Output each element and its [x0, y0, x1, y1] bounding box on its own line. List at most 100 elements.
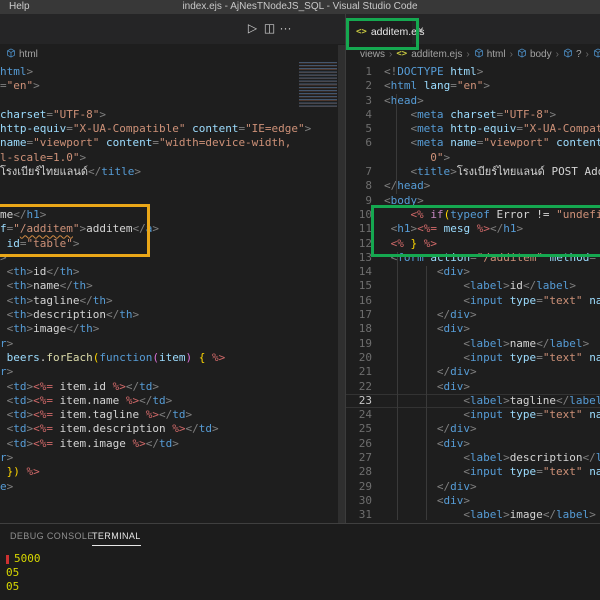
breadcrumb-item--[interactable]: ? — [576, 49, 582, 60]
line-number: 2 — [346, 79, 372, 93]
split-editor-button[interactable]: ◫ — [262, 21, 277, 35]
code-line[interactable]: 2<html lang="en"> — [346, 79, 600, 93]
code-line[interactable]: <td><%= item.image %></td> — [0, 437, 338, 451]
code-line[interactable]: <td><%= item.tagline %></td> — [0, 408, 338, 422]
code-line[interactable]: 24<input type="text" name — [346, 408, 600, 422]
indent-guide — [426, 266, 427, 520]
tab-bar: ▷ ◫ ··· — [0, 14, 600, 44]
code-line[interactable]: 18<div> — [346, 322, 600, 336]
code-line[interactable]: html> — [0, 65, 338, 79]
line-number: 23 — [346, 394, 372, 408]
code-line[interactable]: 17</div> — [346, 308, 600, 322]
indent-guide — [396, 94, 397, 194]
code-line[interactable]: 23<label>tagline</label> — [346, 394, 600, 408]
code-line[interactable]: <th>id</th> — [0, 265, 338, 279]
line-number: 3 — [346, 94, 372, 108]
code-line[interactable]: r> — [0, 365, 338, 379]
line-number — [346, 151, 372, 165]
terminal-red-mark — [6, 555, 9, 564]
code-line[interactable]: 25</div> — [346, 422, 600, 436]
code-line[interactable]: 0"> — [346, 151, 600, 165]
line-number: 12 — [346, 237, 372, 251]
code-line[interactable]: 1<!DOCTYPE html> — [346, 65, 600, 79]
code-line[interactable]: 3<head> — [346, 94, 600, 108]
breadcrumb-item-views[interactable]: views — [360, 49, 385, 60]
code-line[interactable]: 28<input type="text" name — [346, 465, 600, 479]
line-number: 24 — [346, 408, 372, 422]
code-line[interactable]: ="en"> — [0, 79, 338, 93]
code-line[interactable]: beers.forEach(function(item) { %> — [0, 351, 338, 365]
code-line[interactable]: 15<label>id</label> — [346, 279, 600, 293]
more-actions-button[interactable]: ··· — [278, 21, 293, 35]
code-line[interactable]: 27<label>description</lab — [346, 451, 600, 465]
line-number: 6 — [346, 136, 372, 150]
line-number: 1 — [346, 65, 372, 79]
code-line[interactable]: l-scale=1.0"> — [0, 151, 338, 165]
run-button[interactable]: ▷ — [245, 21, 260, 35]
symbol-cube-icon — [563, 48, 573, 61]
code-line[interactable]: 31<label>image</label> — [346, 508, 600, 522]
code-line[interactable]: e> — [0, 480, 338, 494]
line-number: 9 — [346, 194, 372, 208]
line-number: 4 — [346, 108, 372, 122]
code-line[interactable]: 6<meta name="viewport" content=" — [346, 136, 600, 150]
code-line[interactable]: 26<div> — [346, 437, 600, 451]
terminal-output[interactable]: 50000505 — [6, 552, 41, 594]
code-line[interactable]: 22<div> — [346, 380, 600, 394]
code-line[interactable]: <td><%= item.description %></td> — [0, 422, 338, 436]
panel-tab-terminal[interactable]: TERMINAL — [92, 531, 141, 546]
code-line[interactable]: r> — [0, 337, 338, 351]
code-line[interactable]: http-equiv="X-UA-Compatible" content="IE… — [0, 122, 338, 136]
breadcrumb-item-html[interactable]: html — [19, 49, 38, 60]
title-bar: Help index.ejs - AjNesTNodeJS_SQL - Visu… — [0, 0, 600, 14]
line-number: 8 — [346, 179, 372, 193]
annotation-yellow-box — [0, 204, 150, 257]
symbol-cube-icon — [517, 48, 527, 61]
code-line[interactable]: 30<div> — [346, 494, 600, 508]
line-number: 30 — [346, 494, 372, 508]
code-line[interactable]: 7<title>โรงเบียร์ไทยแลนด์ POST Add — [346, 165, 600, 179]
code-line[interactable]: 4<meta charset="UTF-8"> — [346, 108, 600, 122]
line-number: 11 — [346, 222, 372, 236]
line-number: 22 — [346, 380, 372, 394]
code-line[interactable]: }) %> — [0, 465, 338, 479]
minimap[interactable] — [299, 62, 337, 107]
line-number: 31 — [346, 508, 372, 522]
code-line[interactable]: <th>description</th> — [0, 308, 338, 322]
terminal-line: 5000 — [6, 552, 41, 566]
line-number: 26 — [346, 437, 372, 451]
breadcrumb-item-body[interactable]: body — [530, 49, 552, 60]
line-number: 16 — [346, 294, 372, 308]
code-line[interactable] — [0, 94, 338, 108]
editor-right[interactable]: 1<!DOCTYPE html>2<html lang="en">3<head>… — [346, 65, 600, 523]
line-number: 21 — [346, 365, 372, 379]
symbol-cube-icon — [593, 48, 600, 61]
code-line[interactable]: 8</head> — [346, 179, 600, 193]
editor-left[interactable]: html>="en"> charset="UTF-8">http-equiv="X… — [0, 65, 338, 523]
code-line[interactable]: โรงเบียร์ไทยแลนด์</title> — [0, 165, 338, 179]
code-line[interactable]: 16<input type="text" name — [346, 294, 600, 308]
code-line[interactable] — [0, 179, 338, 193]
code-line[interactable]: r> — [0, 451, 338, 465]
code-line[interactable]: <th>name</th> — [0, 279, 338, 293]
code-line[interactable]: 29</div> — [346, 480, 600, 494]
code-line[interactable]: 21</div> — [346, 365, 600, 379]
code-line[interactable]: <th>image</th> — [0, 322, 338, 336]
annotation-green-box-code — [371, 205, 600, 257]
symbol-cube-icon — [6, 48, 16, 61]
code-line[interactable]: <td><%= item.id %></td> — [0, 380, 338, 394]
code-line[interactable]: 5<meta http-equiv="X-UA-Compatib — [346, 122, 600, 136]
code-line[interactable]: 19<label>name</label> — [346, 337, 600, 351]
line-number: 15 — [346, 279, 372, 293]
breadcrumb-item-additem-ejs[interactable]: additem.ejs — [411, 49, 462, 60]
code-line[interactable]: 14<div> — [346, 265, 600, 279]
panel-tab-debug-console[interactable]: DEBUG CONSOLE — [10, 531, 94, 545]
code-line[interactable]: name="viewport" content="width=device-wi… — [0, 136, 338, 150]
code-line[interactable]: <td><%= item.name %></td> — [0, 394, 338, 408]
line-number: 18 — [346, 322, 372, 336]
code-line[interactable]: charset="UTF-8"> — [0, 108, 338, 122]
code-line[interactable]: <th>tagline</th> — [0, 294, 338, 308]
breadcrumb-item-html[interactable]: html — [487, 49, 506, 60]
breadcrumb-left[interactable]: html — [6, 45, 38, 63]
code-line[interactable]: 20<input type="text" name — [346, 351, 600, 365]
